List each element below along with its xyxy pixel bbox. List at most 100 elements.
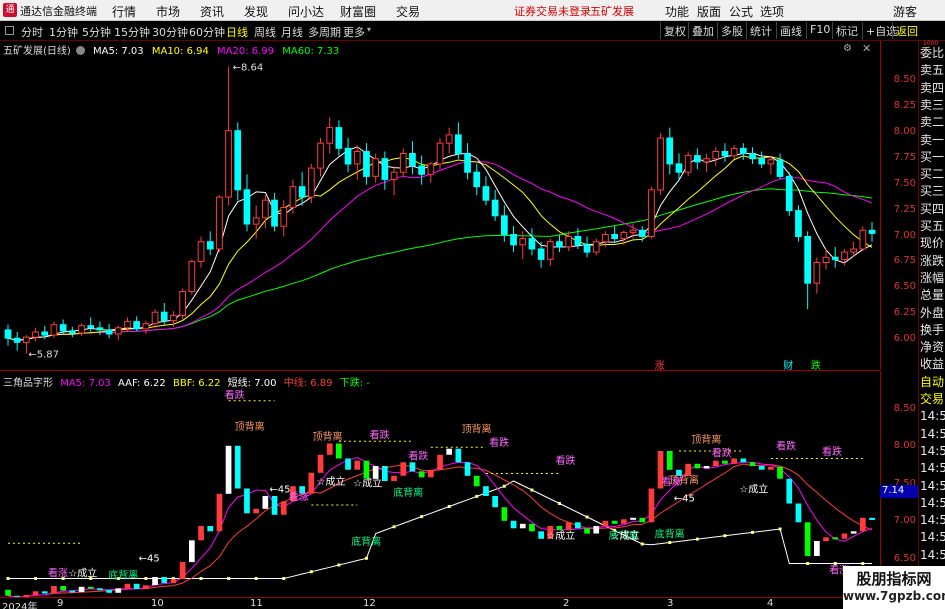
candle: [602, 234, 609, 243]
duogu-button[interactable]: 多股: [717, 22, 746, 39]
side-panel-item[interactable]: 14:5: [920, 444, 945, 458]
period-5min[interactable]: 5分钟: [82, 24, 111, 40]
candle: [473, 171, 481, 188]
menu-shichang[interactable]: 市场: [156, 3, 180, 20]
side-panel-item[interactable]: 卖三: [920, 98, 944, 112]
side-panel-item[interactable]: 买五: [920, 220, 944, 233]
biaoji-button[interactable]: 标记: [832, 22, 861, 39]
settings-gear-icon[interactable]: [75, 46, 85, 55]
trend-dot: [640, 542, 644, 546]
period-60min[interactable]: 60分钟: [189, 24, 225, 40]
diejia-button[interactable]: 叠加: [688, 22, 717, 39]
side-panel-item[interactable]: 换手: [920, 323, 944, 337]
candle: [280, 207, 288, 227]
side-panel-item[interactable]: 买二: [920, 168, 944, 181]
trade-login-status[interactable]: 证券交易未登录: [514, 3, 591, 19]
side-panel-item[interactable]: 14:5: [920, 496, 945, 510]
chart-config-icon[interactable]: ⚙: [843, 43, 852, 54]
period-15min[interactable]: 15分钟: [114, 24, 150, 40]
num45-label: ←45: [139, 553, 160, 564]
period-monthly[interactable]: 月线: [281, 24, 303, 40]
candlestick-chart[interactable]: ←8.64 ←5.87 涨 财 跌: [0, 41, 880, 370]
chart-close-icon[interactable]: ✕: [862, 42, 871, 55]
side-panel-item[interactable]: 卖一: [920, 133, 944, 147]
side-panel-item[interactable]: 委比: [920, 47, 944, 60]
chengli-label: ☆成立: [611, 529, 640, 542]
fuquan-button[interactable]: 复权: [660, 22, 689, 39]
side-panel-item[interactable]: 收益: [920, 358, 944, 371]
candle: [188, 260, 196, 292]
period-daily[interactable]: 日线: [226, 24, 248, 40]
back-button[interactable]: 返回: [892, 22, 921, 39]
side-panel-item[interactable]: 自动: [920, 375, 944, 389]
period-weekly[interactable]: 周线: [254, 24, 276, 40]
side-panel-item[interactable]: 净资: [920, 341, 944, 354]
candle: [583, 244, 591, 253]
side-panel-item[interactable]: 卖二: [920, 116, 944, 129]
guest-login[interactable]: 游客: [893, 3, 917, 20]
indicator-chart[interactable]: 看跌顶背离顶背离看跌顶背离看跌看跌看跌顶背离看跌看跌看跌顶背离看涨看涨看涨看涨看…: [0, 371, 880, 597]
more-dropdown-icon[interactable]: ▾: [367, 25, 371, 34]
candle: [317, 142, 324, 169]
candle: [730, 147, 738, 157]
app-title: 通达信金融终端: [20, 5, 97, 18]
menu-banmian[interactable]: 版面: [697, 3, 721, 20]
trend-dot: [778, 527, 782, 531]
side-panel-item[interactable]: 卖四: [920, 81, 944, 95]
trend-dot: [309, 570, 313, 574]
side-panel-item[interactable]: 14:5: [920, 427, 945, 441]
menu-jiaoyi[interactable]: 交易: [396, 3, 420, 20]
side-panel-item[interactable]: 14:5: [920, 462, 945, 475]
indicator-bar: [78, 586, 85, 592]
indicator-bar: [768, 466, 774, 470]
indicator-bar: [428, 469, 434, 478]
menu-caifuquan[interactable]: 财富圈: [340, 3, 376, 20]
indicator-bar: [758, 466, 765, 470]
kanzhang-label: 看涨: [662, 475, 682, 488]
indicator-name[interactable]: 三角品字形: [3, 378, 53, 389]
side-panel-item[interactable]: 现价: [920, 237, 944, 250]
period-1min[interactable]: 1分钟: [49, 24, 78, 40]
side-panel-item[interactable]: 14:5: [920, 548, 945, 562]
ind-bbf-legend: BBF: 6.22: [172, 378, 221, 389]
menu-gongneng[interactable]: 功能: [665, 3, 689, 20]
huaxian-button[interactable]: 画线: [776, 22, 805, 39]
candle: [841, 251, 848, 260]
indicator-bar: [841, 533, 848, 539]
side-panel-item[interactable]: 买四: [920, 202, 944, 216]
side-panel-item[interactable]: 14:5: [920, 514, 945, 527]
menu-hangqing[interactable]: 行情: [112, 3, 136, 20]
ind-down-legend: 下跌: -: [339, 378, 370, 389]
menu-zixun[interactable]: 资讯: [200, 3, 224, 20]
side-panel-item[interactable]: 涨幅: [920, 271, 944, 285]
period-multi[interactable]: 多周期: [308, 24, 341, 40]
side-panel-item[interactable]: 14:5: [920, 531, 945, 544]
side-panel-item[interactable]: 买一: [920, 150, 944, 164]
candle: [418, 165, 425, 175]
checkbox-icon[interactable]: [5, 26, 14, 35]
candle: [859, 229, 867, 250]
period-more[interactable]: 更多: [343, 24, 365, 40]
side-panel-item[interactable]: 总量: [920, 289, 944, 302]
menu-wenxiaoda[interactable]: 问小达: [288, 3, 324, 20]
side-panel-item[interactable]: 交易: [920, 393, 944, 406]
side-panel-item[interactable]: 14:5: [920, 410, 945, 423]
price-tick-label: 8.25: [893, 99, 916, 111]
dibeili-label: 底背离: [655, 527, 685, 540]
candle: [298, 186, 306, 198]
side-panel-item[interactable]: 14:5: [920, 479, 945, 493]
period-fenshi[interactable]: 分时: [21, 24, 43, 40]
f10-button[interactable]: F10: [806, 22, 833, 39]
menu-faxian[interactable]: 发现: [244, 3, 268, 20]
candle: [78, 325, 85, 334]
side-panel-item[interactable]: 涨跌: [920, 254, 944, 268]
tongji-button[interactable]: 统计: [746, 22, 775, 39]
period-30min[interactable]: 30分钟: [152, 24, 188, 40]
indicator-tick-label: 8.50: [893, 402, 916, 414]
date-label: 3: [667, 598, 674, 609]
side-panel-item[interactable]: 卖五: [920, 64, 944, 77]
side-panel-item[interactable]: 买三: [920, 185, 944, 198]
menu-xuanxiang[interactable]: 选项: [760, 3, 784, 20]
menu-gongshi[interactable]: 公式: [729, 3, 753, 20]
side-panel-item[interactable]: 外盘: [920, 306, 944, 320]
